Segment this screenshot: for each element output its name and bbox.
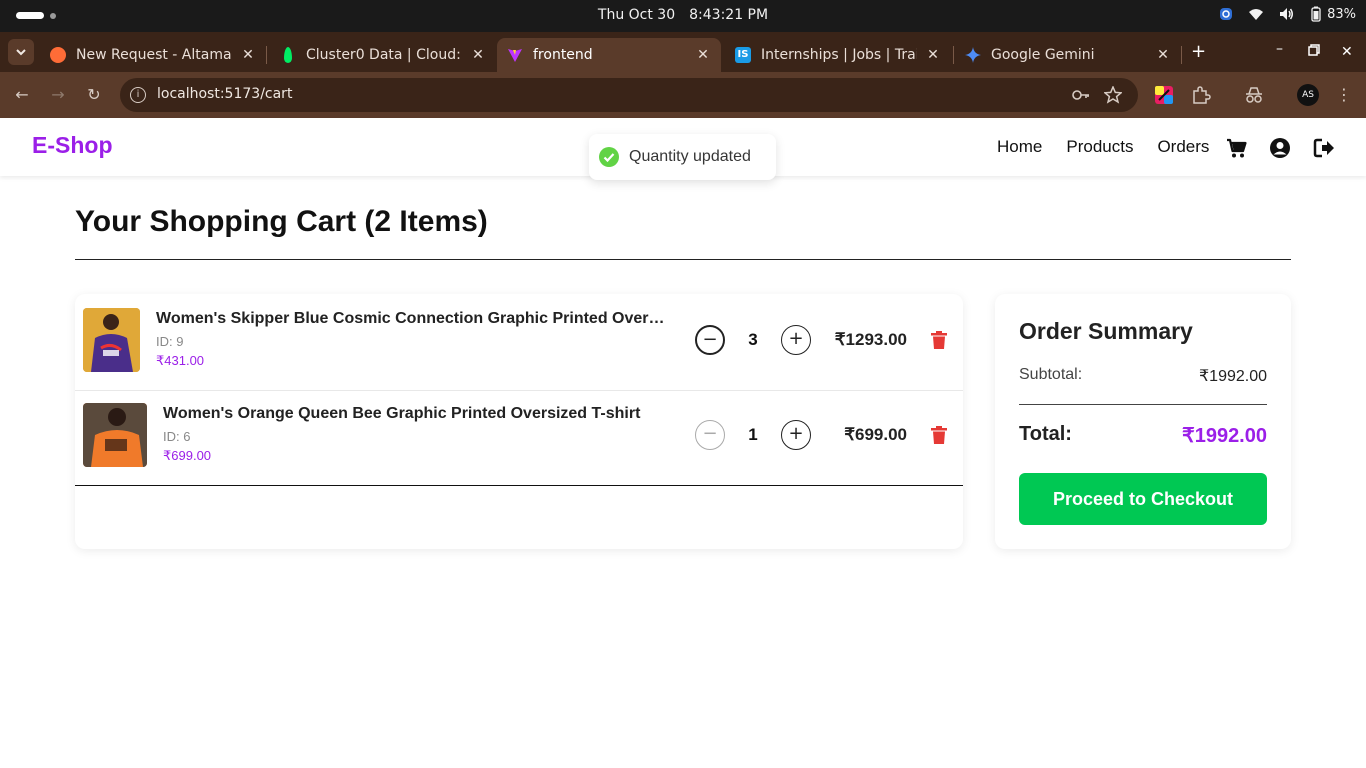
- bookmark-star-icon[interactable]: [1104, 86, 1122, 104]
- browser-tab-mongodb[interactable]: Cluster0 Data | Cloud: MongoDB ✕: [270, 38, 496, 72]
- nav-link-products[interactable]: Products: [1066, 137, 1133, 157]
- nav-link-orders[interactable]: Orders: [1157, 137, 1209, 157]
- product-name[interactable]: Women's Skipper Blue Cosmic Connection G…: [156, 310, 671, 328]
- reload-icon[interactable]: ↻: [84, 85, 104, 105]
- subtotal-value: ₹1992.00: [1198, 368, 1267, 385]
- quantity-value: 3: [748, 330, 758, 349]
- browser-tab-gemini[interactable]: Google Gemini ✕: [955, 38, 1181, 72]
- order-summary-card: Order Summary Subtotal: ₹1992.00 Total: …: [995, 294, 1291, 549]
- site-info-icon[interactable]: i: [130, 87, 146, 103]
- close-tab-icon[interactable]: ✕: [1155, 47, 1171, 63]
- cart-item-row: Women's Skipper Blue Cosmic Connection G…: [75, 294, 963, 391]
- battery-percent: 83%: [1327, 6, 1356, 22]
- tab-title: Internships | Jobs | Training: [761, 47, 917, 63]
- url-text[interactable]: localhost:5173/cart: [157, 86, 292, 102]
- mongodb-leaf-icon: [284, 47, 292, 63]
- os-clock[interactable]: Thu Oct 30 8:43:21 PM: [0, 7, 1366, 23]
- cart-items-card: Women's Skipper Blue Cosmic Connection G…: [75, 294, 963, 549]
- internshala-favicon-icon: IS: [735, 47, 751, 63]
- toast-message: Quantity updated: [629, 148, 751, 165]
- product-id: ID: 6: [163, 429, 191, 444]
- vite-logo-icon: [508, 49, 522, 62]
- close-tab-icon[interactable]: ✕: [470, 47, 486, 63]
- browser-menu-icon[interactable]: ⋮: [1334, 85, 1354, 105]
- volume-icon: [1280, 8, 1294, 20]
- os-date: Thu Oct 30: [597, 7, 676, 23]
- password-key-icon[interactable]: [1072, 87, 1090, 103]
- product-id: ID: 9: [156, 334, 184, 349]
- forward-arrow-icon[interactable]: →: [48, 85, 68, 105]
- product-thumbnail[interactable]: [83, 403, 147, 467]
- browser-tab-frontend[interactable]: frontend ✕: [497, 38, 721, 72]
- decrease-quantity-button[interactable]: −: [695, 420, 725, 450]
- order-summary-title: Order Summary: [1019, 318, 1193, 344]
- product-unit-price: ₹431.00: [156, 353, 205, 368]
- cart-icon[interactable]: [1226, 137, 1248, 159]
- wifi-icon: [1249, 9, 1264, 20]
- title-divider: [75, 259, 1291, 260]
- profile-avatar[interactable]: AS: [1297, 84, 1319, 106]
- user-account-icon[interactable]: [1269, 137, 1291, 159]
- os-top-bar: Thu Oct 30 8:43:21 PM 83%: [0, 0, 1366, 32]
- browser-tab-internshala[interactable]: IS Internships | Jobs | Training ✕: [725, 38, 951, 72]
- system-tray[interactable]: 83%: [1218, 6, 1356, 22]
- increase-quantity-button[interactable]: +: [781, 420, 811, 450]
- subtotal-label: Subtotal:: [1019, 366, 1083, 383]
- delete-trash-icon[interactable]: [931, 426, 947, 444]
- battery-icon: [1311, 6, 1321, 22]
- decrease-quantity-button[interactable]: −: [695, 325, 725, 355]
- tab-title: frontend: [533, 47, 593, 63]
- tab-title: Cluster0 Data | Cloud: MongoDB: [306, 47, 462, 63]
- back-arrow-icon[interactable]: ←: [12, 85, 32, 105]
- close-tab-icon[interactable]: ✕: [240, 47, 256, 63]
- extensions-puzzle-icon[interactable]: [1191, 85, 1211, 105]
- proceed-to-checkout-button[interactable]: Proceed to Checkout: [1019, 473, 1267, 525]
- brand-logo[interactable]: E-Shop: [32, 132, 113, 159]
- postman-favicon-icon: [50, 47, 66, 63]
- logout-icon[interactable]: [1313, 137, 1335, 159]
- tab-title: Google Gemini: [991, 47, 1095, 63]
- success-check-icon: [599, 147, 619, 167]
- product-name[interactable]: Women's Orange Queen Bee Graphic Printed…: [163, 405, 678, 423]
- total-label: Total:: [1019, 423, 1072, 445]
- chevron-down-icon: [16, 49, 26, 56]
- nav-links: Home Products Orders: [997, 137, 1209, 157]
- product-thumbnail[interactable]: [83, 308, 140, 372]
- cart-item-row: Women's Orange Queen Bee Graphic Printed…: [75, 389, 963, 486]
- os-time: 8:43:21 PM: [689, 7, 769, 23]
- incognito-icon[interactable]: [1244, 86, 1264, 104]
- tab-separator: [1181, 46, 1182, 64]
- tab-title: New Request - Altamash: [76, 47, 232, 63]
- close-tab-icon[interactable]: ✕: [925, 47, 941, 63]
- gemini-sparkle-icon: [965, 47, 981, 63]
- page-title: Your Shopping Cart (2 Items): [75, 205, 488, 238]
- close-window-icon[interactable]: ✕: [1341, 44, 1353, 60]
- browser-tab-postman[interactable]: New Request - Altamash ✕: [40, 38, 266, 72]
- new-tab-icon[interactable]: +: [1191, 41, 1206, 62]
- minimize-window-icon[interactable]: –: [1276, 41, 1283, 57]
- tab-search-button[interactable]: [8, 39, 34, 65]
- address-bar[interactable]: i localhost:5173/cart: [120, 78, 1138, 112]
- product-unit-price: ₹699.00: [163, 448, 212, 463]
- restore-window-icon[interactable]: [1308, 44, 1320, 60]
- browser-tab-strip: New Request - Altamash ✕ Cluster0 Data |…: [0, 32, 1366, 72]
- line-total: ₹1293.00: [834, 330, 907, 349]
- tab-separator: [953, 46, 954, 64]
- delete-trash-icon[interactable]: [931, 331, 947, 349]
- total-value: ₹1992.00: [1181, 425, 1267, 447]
- tab-separator: [266, 46, 267, 64]
- remote-desktop-icon: [1220, 8, 1233, 20]
- close-tab-icon[interactable]: ✕: [695, 47, 711, 63]
- quantity-value: 1: [748, 425, 758, 444]
- increase-quantity-button[interactable]: +: [781, 325, 811, 355]
- line-total: ₹699.00: [844, 425, 907, 444]
- toast-notification: Quantity updated: [589, 134, 776, 180]
- browser-toolbar: ← → ↻ i localhost:5173/cart AS ⋮: [0, 72, 1366, 118]
- nav-link-home[interactable]: Home: [997, 137, 1042, 157]
- summary-divider: [1019, 404, 1267, 405]
- colorpick-extension-icon[interactable]: [1155, 86, 1173, 104]
